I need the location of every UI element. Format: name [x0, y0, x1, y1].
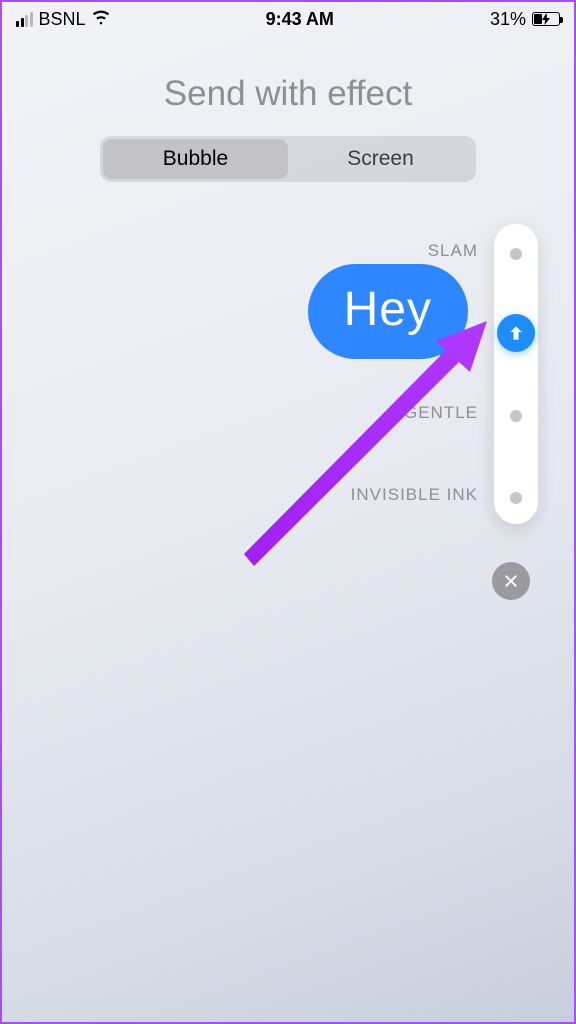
- bubble-tail-icon: [440, 331, 474, 361]
- segmented-control[interactable]: Bubble Screen: [100, 136, 476, 182]
- screen: BSNL 9:43 AM 31% Send with effect Bubble…: [0, 0, 576, 1024]
- tab-screen[interactable]: Screen: [288, 139, 473, 179]
- status-left: BSNL: [16, 8, 110, 31]
- carrier-label: BSNL: [39, 9, 86, 30]
- close-icon: [503, 573, 519, 589]
- page-title: Send with effect: [2, 74, 574, 114]
- message-bubble: Hey: [308, 264, 468, 359]
- effect-dot-invisible-ink[interactable]: [510, 492, 522, 504]
- cancel-button[interactable]: [492, 562, 530, 600]
- effect-dot-slam[interactable]: [510, 248, 522, 260]
- send-button[interactable]: [497, 314, 535, 352]
- arrow-up-icon: [506, 323, 526, 343]
- effect-label-slam: SLAM: [428, 241, 478, 261]
- battery-icon: [532, 12, 560, 26]
- battery-percent: 31%: [490, 9, 526, 30]
- effect-selector-rail: [494, 224, 538, 524]
- effect-label-invisible-ink: INVISIBLE INK: [351, 485, 478, 505]
- wifi-icon: [92, 8, 110, 31]
- effect-dot-gentle[interactable]: [510, 410, 522, 422]
- clock: 9:43 AM: [266, 9, 334, 30]
- status-right: 31%: [490, 9, 560, 30]
- cellular-signal-icon: [16, 12, 33, 27]
- status-bar: BSNL 9:43 AM 31%: [2, 2, 574, 36]
- message-text: Hey: [344, 283, 432, 336]
- effect-label-gentle: GENTLE: [404, 403, 478, 423]
- tab-bubble[interactable]: Bubble: [103, 139, 288, 179]
